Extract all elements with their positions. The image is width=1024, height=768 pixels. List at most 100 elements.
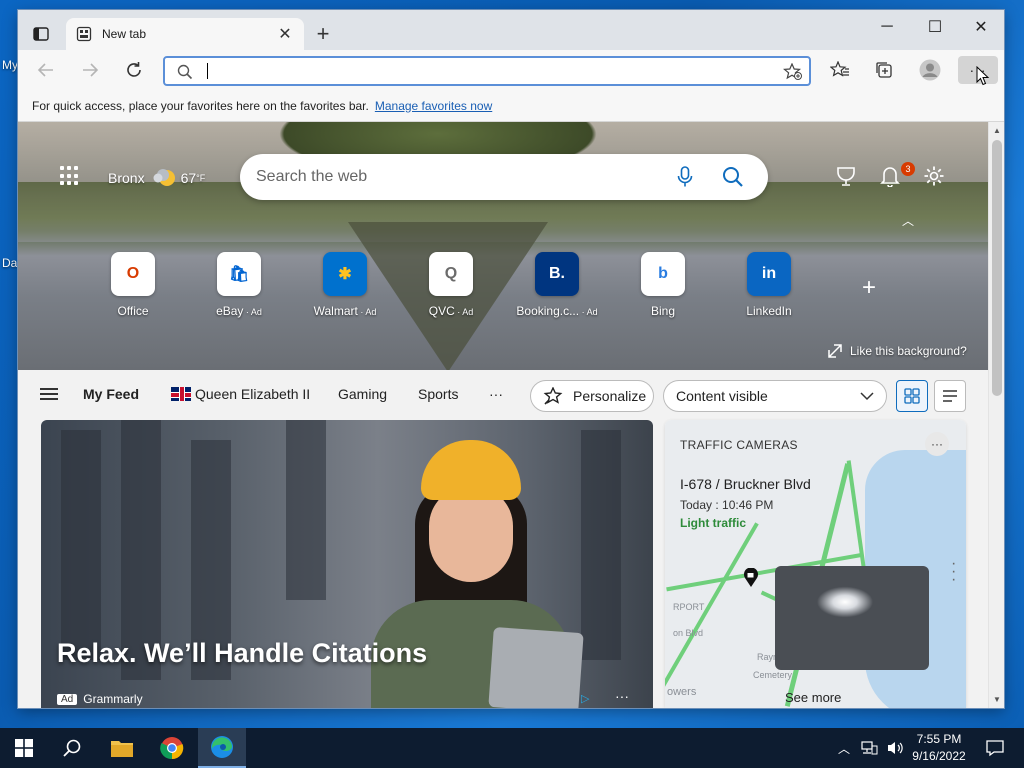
background-window	[581, 430, 621, 660]
action-center-button[interactable]	[978, 728, 1012, 768]
chevron-down-icon	[860, 392, 874, 401]
background-image: Bronx 67 °F Search the web 3 ︿ O Office …	[18, 122, 988, 372]
collapse-chevron-up-icon[interactable]: ︿	[902, 212, 914, 229]
maximize-button[interactable]: ☐	[912, 14, 958, 40]
scroll-down-arrow-icon[interactable]: ▼	[992, 694, 1002, 704]
booking-icon: B.	[535, 252, 579, 296]
notifications-button[interactable]	[876, 162, 904, 190]
traffic-card-more-button[interactable]: ···	[925, 432, 949, 456]
see-more-link[interactable]: See more	[785, 690, 841, 705]
quick-link-label: Bing	[650, 304, 676, 318]
traffic-cameras-card[interactable]: RPORT on Blvd Rayn Cemetery owers TRAFFI…	[665, 420, 966, 708]
feed-navigation: My Feed Queen Elizabeth II Gaming Sports…	[18, 370, 988, 420]
collections-button[interactable]	[868, 56, 900, 84]
windows-logo-icon	[15, 739, 33, 757]
article-source: Ad Grammarly	[57, 692, 143, 706]
list-layout-icon	[943, 390, 957, 402]
profile-button[interactable]	[914, 56, 946, 84]
new-tab-page: Bronx 67 °F Search the web 3 ︿ O Office …	[18, 122, 988, 708]
web-search-box[interactable]: Search the web	[240, 154, 768, 200]
page-scrollbar[interactable]: ▲ ▼	[988, 122, 1004, 708]
featured-article-card[interactable]: Relax. We’ll Handle Citations Ad Grammar…	[41, 420, 653, 708]
list-view-button[interactable]	[934, 380, 966, 412]
quick-link-bing[interactable]: b Bing	[618, 252, 708, 318]
forward-button[interactable]	[74, 56, 106, 84]
address-bar[interactable]	[163, 56, 811, 86]
adchoices-icon[interactable]: ▷	[581, 692, 589, 705]
quick-link-office[interactable]: O Office	[88, 252, 178, 318]
weather-unit: °F	[196, 173, 206, 183]
favorites-star-list-icon	[830, 61, 849, 77]
start-button[interactable]	[0, 728, 48, 768]
hamburger-menu-icon[interactable]	[40, 388, 58, 400]
camera-location-pin-icon[interactable]	[741, 568, 761, 588]
tab-queen-elizabeth[interactable]: Queen Elizabeth II	[171, 386, 310, 402]
quick-link-linkedin[interactable]: in LinkedIn	[724, 252, 814, 318]
taskbar-clock[interactable]: 7:55 PM 9/16/2022	[904, 731, 974, 765]
article-headline[interactable]: Relax. We’ll Handle Citations	[57, 638, 427, 669]
navigation-toolbar: ···	[18, 50, 1004, 90]
edge-taskbar-button[interactable]	[198, 728, 246, 768]
grid-view-button[interactable]	[896, 380, 928, 412]
minimize-button[interactable]: ─	[864, 14, 910, 40]
camera-location: I-678 / Bruckner Blvd	[680, 476, 811, 492]
tab-my-feed[interactable]: My Feed	[83, 386, 139, 402]
manage-favorites-link[interactable]: Manage favorites now	[375, 99, 492, 113]
like-background-button[interactable]: Like this background?	[828, 344, 967, 358]
quick-link-label: Walmart	[313, 304, 358, 318]
app-launcher-icon[interactable]	[60, 166, 80, 186]
tab-actions-icon	[33, 27, 49, 41]
favorites-button[interactable]	[824, 56, 856, 84]
volume-icon[interactable]	[886, 740, 904, 756]
weather-widget[interactable]: Bronx 67 °F	[108, 168, 205, 188]
add-quick-link-button[interactable]: +	[862, 274, 876, 302]
traffic-camera-image[interactable]	[775, 566, 929, 670]
chrome-icon	[160, 737, 184, 760]
tab-gaming[interactable]: Gaming	[338, 386, 387, 402]
ad-tag: · Ad	[579, 307, 598, 317]
taskbar-search-button[interactable]	[48, 728, 96, 768]
more-topics-button[interactable]: ···	[489, 386, 503, 402]
background-window	[286, 420, 326, 600]
weather-temperature: 67	[180, 170, 197, 186]
clock-date: 9/16/2022	[912, 749, 966, 763]
quick-link-walmart[interactable]: ✱ Walmart · Ad	[300, 252, 390, 318]
back-button[interactable]	[30, 56, 62, 84]
linkedin-icon: in	[747, 252, 791, 296]
tab-title: New tab	[102, 27, 147, 41]
network-icon[interactable]	[860, 740, 878, 756]
folder-icon	[111, 741, 133, 757]
add-favorite-star-icon[interactable]	[783, 63, 803, 81]
map-label: on Blvd	[673, 628, 704, 638]
card-scroll-indicator-icon[interactable]: · · ·	[951, 556, 956, 588]
rewards-button[interactable]	[832, 162, 860, 190]
quick-link-booking[interactable]: B. Booking.c... · Ad	[512, 252, 602, 318]
quick-link-ebay[interactable]: 🛍 eBay · Ad	[194, 252, 284, 318]
map-label: Cemetery	[753, 670, 793, 680]
tab-close-button[interactable]: ✕	[276, 25, 294, 43]
personalize-button[interactable]: Personalize	[530, 380, 654, 412]
desktop-icon-label[interactable]: My	[2, 58, 18, 72]
tab-new-tab[interactable]: New tab ✕	[66, 18, 304, 50]
close-window-button[interactable]: ✕	[958, 14, 1004, 40]
article-more-options-button[interactable]: ···	[615, 688, 629, 704]
tab-sports[interactable]: Sports	[418, 386, 458, 402]
search-icon	[177, 64, 193, 80]
expand-arrow-icon	[828, 344, 842, 358]
chrome-button[interactable]	[148, 728, 196, 768]
page-settings-button[interactable]	[920, 162, 948, 190]
like-background-label: Like this background?	[850, 344, 967, 358]
tab-actions-menu-button[interactable]	[26, 22, 56, 46]
microphone-icon[interactable]	[676, 166, 694, 188]
scroll-up-arrow-icon[interactable]: ▲	[992, 125, 1002, 135]
quick-link-qvc[interactable]: Q QVC · Ad	[406, 252, 496, 318]
desktop-icon-label[interactable]: Da	[2, 256, 17, 270]
scrollbar-thumb[interactable]	[992, 140, 1002, 396]
content-visibility-dropdown[interactable]: Content visible	[663, 380, 887, 412]
gear-icon	[924, 166, 944, 186]
show-hidden-icons-chevron-icon[interactable]: ︿	[838, 740, 850, 757]
new-tab-button[interactable]: +	[310, 21, 336, 46]
search-icon[interactable]	[722, 166, 744, 188]
file-explorer-button[interactable]	[98, 728, 146, 768]
refresh-button[interactable]	[118, 56, 150, 84]
